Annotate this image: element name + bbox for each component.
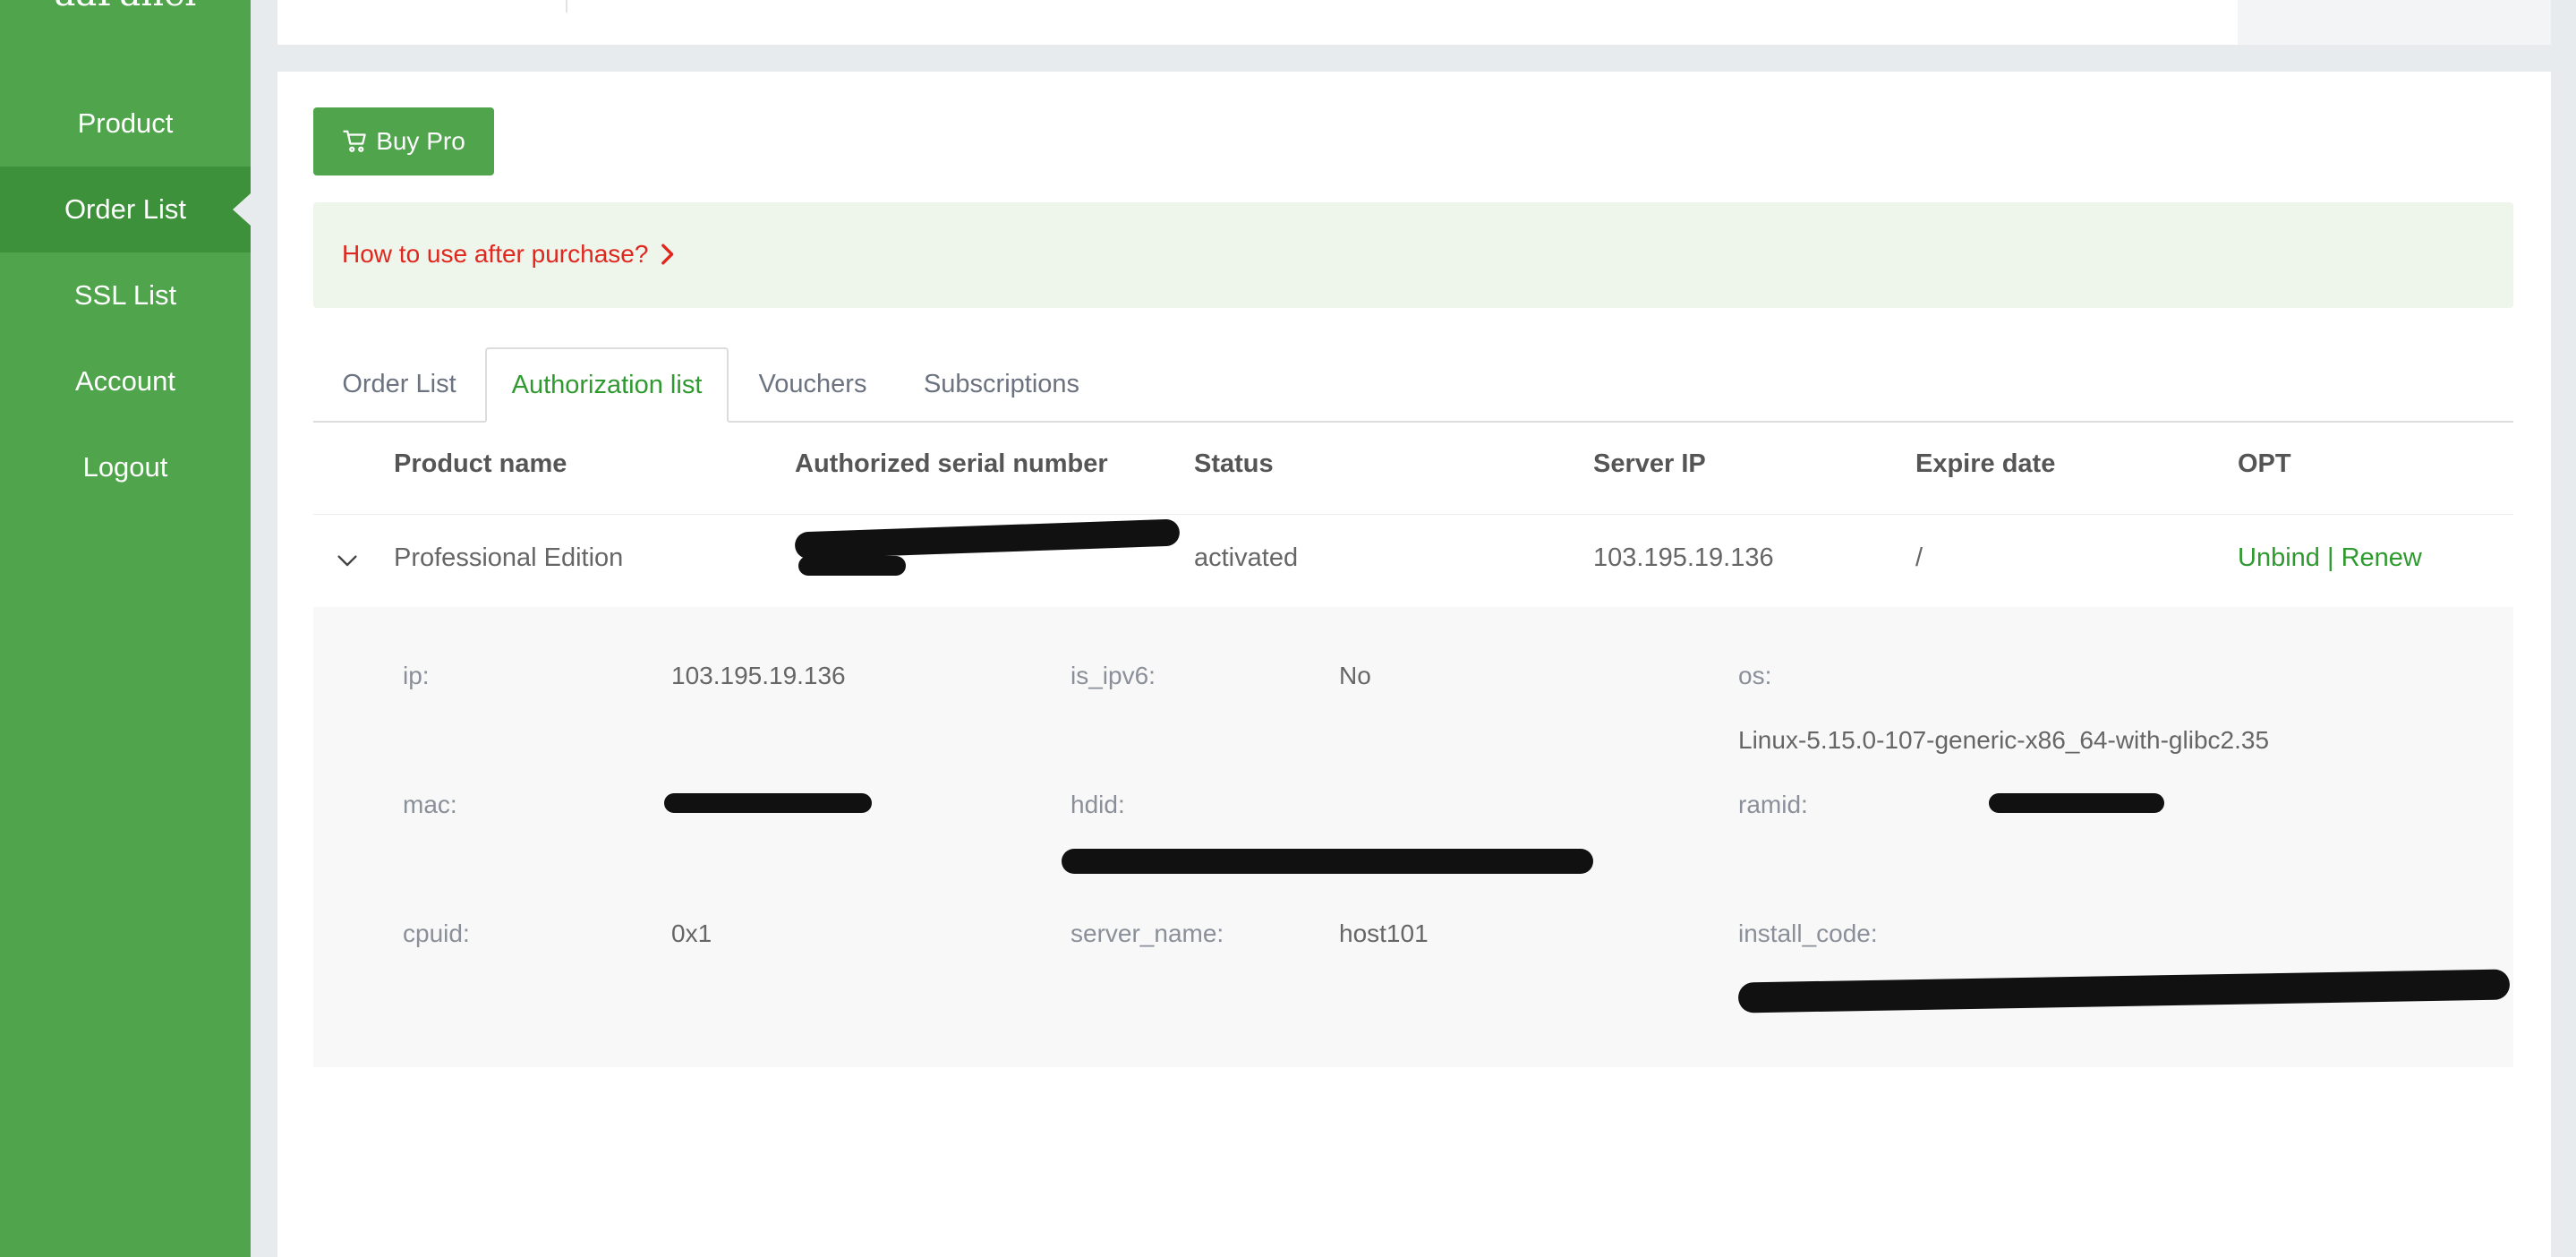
detail-label: server_name: <box>1070 919 1224 947</box>
column-header: Server IP <box>1593 449 1706 478</box>
header-divider <box>566 0 567 13</box>
column-header: Product name <box>394 449 567 478</box>
unbind-link[interactable]: Unbind <box>2238 543 2320 572</box>
column-header: Authorized serial number <box>795 449 1108 478</box>
sidebar-item-account[interactable]: Account <box>0 338 251 424</box>
product-name: Professional Edition <box>394 543 624 572</box>
serial-number-redacted <box>794 518 1189 592</box>
status-text: activated <box>1194 543 1299 572</box>
detail-value: Linux-5.15.0-107-generic-x86_64-with-gli… <box>1738 726 2270 754</box>
detail-value: host101 <box>1339 919 1429 947</box>
top-header <box>277 0 2551 45</box>
server-ip: 103.195.19.136 <box>1593 543 1774 572</box>
ramid-redacted <box>1989 793 2164 813</box>
buy-pro-label: Buy Pro <box>376 127 465 155</box>
buy-pro-button[interactable]: Buy Pro <box>313 107 494 175</box>
header-right-block <box>2238 0 2551 45</box>
opt-actions: Unbind | Renew <box>2238 542 2422 574</box>
howto-banner: How to use after purchase? <box>313 202 2513 308</box>
sidebar-item-label: Logout <box>82 451 168 483</box>
authorization-details: ip: 103.195.19.136 is_ipv6: No os: Linux… <box>313 607 2513 1067</box>
detail-label: ip: <box>403 662 430 689</box>
tab-order-list[interactable]: Order List <box>313 347 485 421</box>
column-header: Status <box>1194 449 1274 478</box>
sidebar-item-product[interactable]: Product <box>0 81 251 167</box>
detail-label: os: <box>1738 662 1772 689</box>
tab-label: Vouchers <box>758 369 867 398</box>
column-header: Expire date <box>1915 449 2056 478</box>
chevron-right-icon <box>661 244 674 265</box>
sidebar-item-order-list[interactable]: Order List <box>0 167 251 252</box>
hdid-redacted <box>1062 849 1593 874</box>
tab-label: Authorization list <box>511 370 703 399</box>
column-header: OPT <box>2238 449 2291 478</box>
tab-authorization-list[interactable]: Authorization list <box>485 347 729 423</box>
sidebar-item-label: SSL List <box>73 279 177 311</box>
opt-separator: | <box>2326 543 2334 572</box>
cart-icon <box>343 130 366 152</box>
sidebar-item-label: Product <box>77 107 174 139</box>
detail-value: 0x1 <box>671 919 712 947</box>
detail-value: No <box>1339 662 1371 689</box>
app-logo: aaPanel <box>0 0 251 14</box>
sidebar: aaPanel Product Order List SSL List Acco… <box>0 0 251 1257</box>
detail-value: 103.195.19.136 <box>671 662 846 689</box>
tab-vouchers[interactable]: Vouchers <box>729 347 897 421</box>
detail-label: hdid: <box>1070 791 1125 818</box>
detail-label: ramid: <box>1738 791 1808 818</box>
chevron-down-icon[interactable] <box>333 547 362 576</box>
table-row: Professional Edition activated 103.195.1… <box>313 514 2513 606</box>
tab-label: Order List <box>342 369 456 398</box>
tab-label: Subscriptions <box>923 369 1080 398</box>
sidebar-item-label: Account <box>74 365 175 397</box>
renew-link[interactable]: Renew <box>2341 543 2422 572</box>
sidebar-item-ssl-list[interactable]: SSL List <box>0 252 251 338</box>
howto-link[interactable]: How to use after purchase? <box>342 240 675 269</box>
sidebar-item-label: Order List <box>64 193 187 225</box>
detail-label: is_ipv6: <box>1070 662 1156 689</box>
detail-label: cpuid: <box>403 919 470 947</box>
sidebar-item-logout[interactable]: Logout <box>0 424 251 510</box>
tab-bar: Order List Authorization list Vouchers S… <box>313 347 2513 423</box>
detail-label: mac: <box>403 791 457 818</box>
tab-subscriptions[interactable]: Subscriptions <box>897 347 1106 421</box>
howto-label: How to use after purchase? <box>342 240 649 268</box>
install-code-redacted <box>1737 969 2511 1013</box>
mac-redacted <box>664 793 872 813</box>
main-panel: Buy Pro How to use after purchase? Order… <box>277 72 2551 1257</box>
expire-date: / <box>1915 543 1923 572</box>
detail-label: install_code: <box>1738 919 1878 947</box>
